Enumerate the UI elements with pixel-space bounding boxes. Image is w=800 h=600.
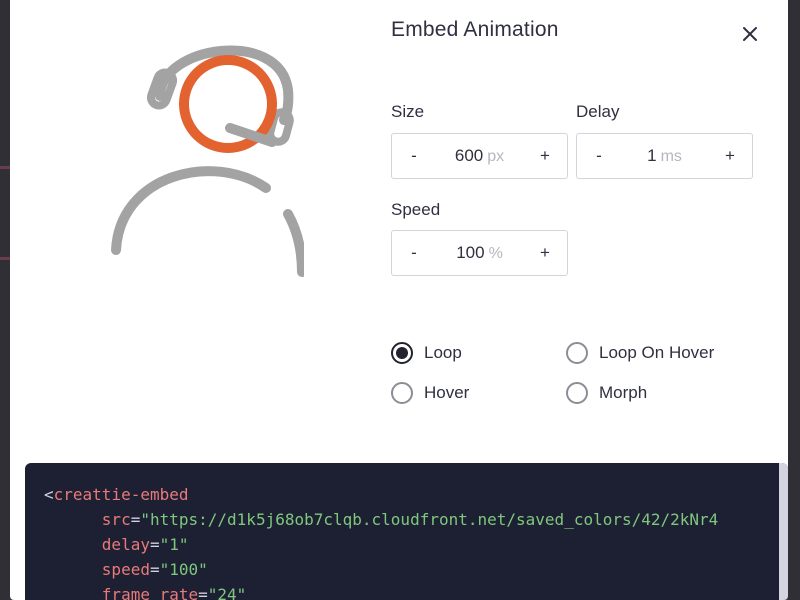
headset-support-person-icon xyxy=(111,45,307,277)
radio-loop-label: Loop xyxy=(424,343,462,362)
backdrop-right xyxy=(788,0,800,600)
radio-loop-on-hover-indicator xyxy=(566,342,588,364)
delay-stepper: - 1 ms + xyxy=(576,133,753,179)
radio-loop-on-hover-label: Loop On Hover xyxy=(599,343,715,362)
size-stepper: - 600 px + xyxy=(391,133,568,179)
code-line-src: src="https://d1k5j68ob7clqb.cloudfront.n… xyxy=(101,510,719,529)
size-increment-button[interactable]: + xyxy=(523,134,567,178)
speed-value-field[interactable]: 100% xyxy=(436,243,523,263)
delay-unit: ms xyxy=(660,148,682,165)
close-icon xyxy=(743,27,757,41)
size-label: Size xyxy=(391,102,425,121)
delay-label: Delay xyxy=(576,102,620,121)
speed-value: 100 xyxy=(456,243,485,262)
radio-loop-indicator xyxy=(391,342,413,364)
backdrop-streak xyxy=(0,257,10,260)
size-decrement-button[interactable]: - xyxy=(392,134,436,178)
dialog-title: Embed Animation xyxy=(391,18,559,41)
code-line-open-tag: <creattie-embed xyxy=(44,485,189,504)
backdrop-streak xyxy=(0,166,10,169)
size-unit: px xyxy=(487,148,505,165)
radio-hover-label: Hover xyxy=(424,383,470,402)
radio-morph-label: Morph xyxy=(599,383,648,402)
speed-label: Speed xyxy=(391,200,441,219)
code-line-delay: delay="1" xyxy=(101,535,189,554)
delay-decrement-button[interactable]: - xyxy=(577,134,621,178)
delay-increment-button[interactable]: + xyxy=(708,134,752,178)
radio-morph[interactable]: Morph xyxy=(566,382,647,404)
radio-hover-indicator xyxy=(391,382,413,404)
code-line-speed: speed="100" xyxy=(101,560,208,579)
speed-stepper: - 100% + xyxy=(391,230,568,276)
size-value-field[interactable]: 600 px xyxy=(436,146,523,166)
radio-hover[interactable]: Hover xyxy=(391,382,469,404)
embed-animation-dialog: Embed Animation Size - 600 px + Delay - 1… xyxy=(10,0,788,600)
delay-value: 1 xyxy=(647,146,657,165)
radio-loop[interactable]: Loop xyxy=(391,342,462,364)
code-src-value: "https://d1k5j68ob7clqb.cloudfront.net/s… xyxy=(140,510,719,529)
code-tag-name: creattie-embed xyxy=(53,485,189,504)
radio-morph-indicator xyxy=(566,382,588,404)
code-line-frame-rate: frame_rate="24" xyxy=(101,585,247,600)
close-button[interactable] xyxy=(738,22,762,46)
backdrop-left xyxy=(0,0,10,600)
embed-code-block[interactable]: <creattie-embed src="https://d1k5j68ob7c… xyxy=(25,463,788,600)
animation-preview xyxy=(94,24,307,284)
speed-increment-button[interactable]: + xyxy=(523,231,567,275)
speed-decrement-button[interactable]: - xyxy=(392,231,436,275)
speed-unit: % xyxy=(488,245,503,262)
radio-loop-on-hover[interactable]: Loop On Hover xyxy=(566,342,714,364)
code-scrollbar[interactable] xyxy=(779,463,788,600)
size-value: 600 xyxy=(454,146,484,165)
delay-value-field[interactable]: 1 ms xyxy=(621,146,708,166)
